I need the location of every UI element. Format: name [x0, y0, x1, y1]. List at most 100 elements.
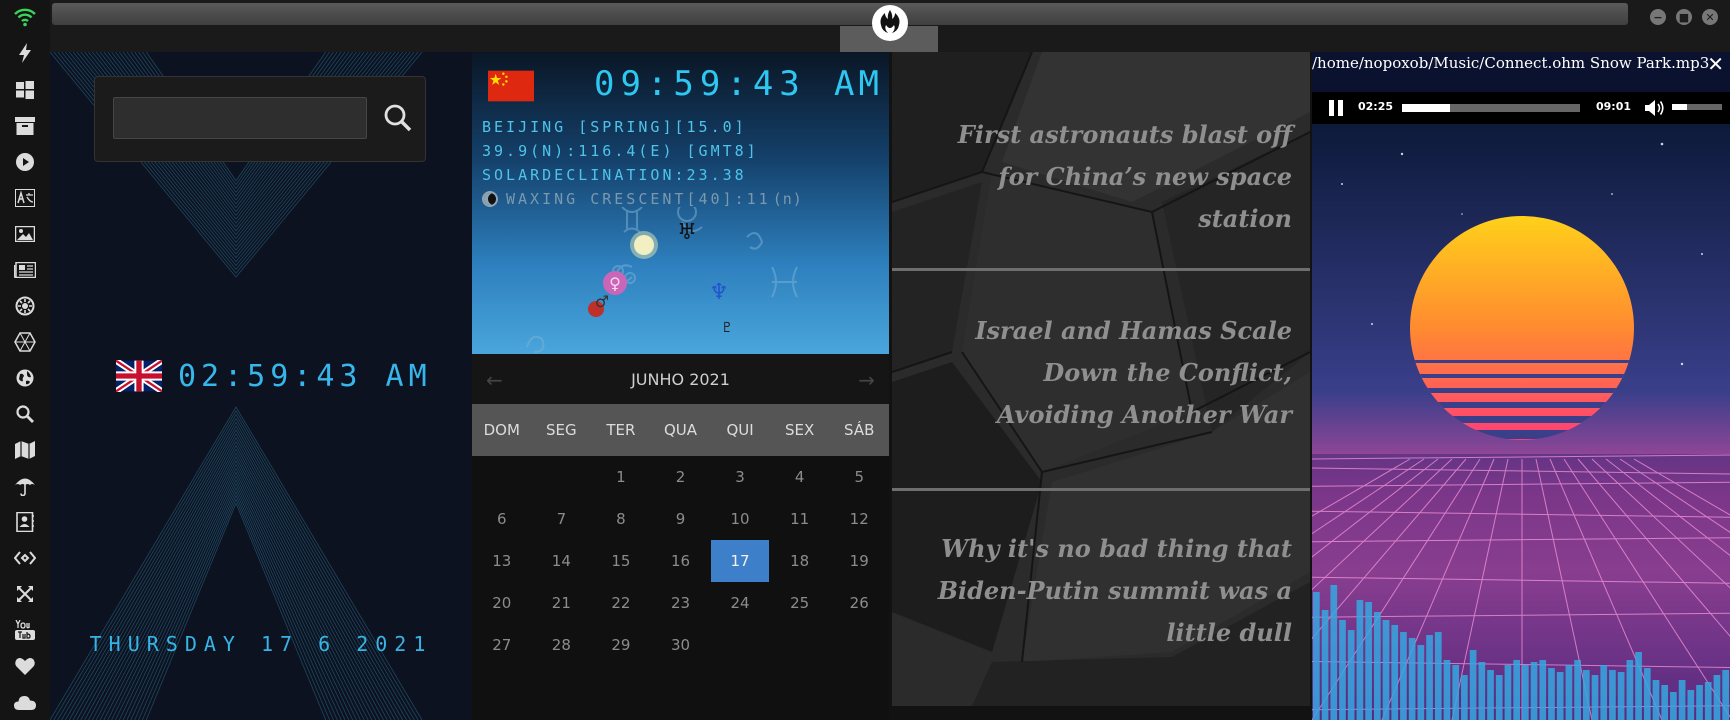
visualizer-bar [1539, 660, 1547, 720]
search-icon[interactable] [12, 401, 38, 427]
prev-month-button[interactable]: ← [486, 368, 503, 392]
calendar-day[interactable]: 14 [532, 540, 592, 582]
calendar-day[interactable]: 6 [472, 498, 532, 540]
news-headline[interactable]: Israel and Hamas Scale Down the Conflict… [932, 310, 1292, 436]
visualizer-bar [1574, 660, 1581, 720]
volume-slider-fill [1672, 104, 1687, 110]
calendar-day[interactable]: 5 [829, 456, 889, 498]
search-icon[interactable] [381, 101, 415, 135]
archive-icon[interactable] [12, 113, 38, 139]
calendar-day[interactable]: 7 [532, 498, 592, 540]
rebel-alliance-logo-icon[interactable] [872, 5, 908, 41]
news-headline[interactable]: Why it's no bad thing that Biden-Putin s… [932, 528, 1292, 654]
calendar-day[interactable]: 13 [472, 540, 532, 582]
youtube-icon[interactable] [12, 617, 38, 643]
visualizer-bar [1495, 675, 1503, 720]
calendar-day[interactable]: 1 [591, 456, 651, 498]
news-headline[interactable]: First astronauts blast off for China’s n… [932, 114, 1292, 240]
calendar-day[interactable]: 27 [472, 624, 532, 666]
pause-button[interactable] [1326, 98, 1346, 118]
visualizer-bar [1696, 685, 1703, 720]
neptune-icon: ♆ [709, 280, 729, 305]
calendar-day[interactable]: 15 [591, 540, 651, 582]
minimize-button[interactable]: − [1650, 9, 1666, 25]
calendar-day[interactable]: 22 [591, 582, 651, 624]
calendar-day[interactable]: 16 [651, 540, 711, 582]
calendar-day[interactable]: 3 [710, 456, 770, 498]
left-icon-sidebar [0, 0, 50, 720]
visualizer-bar [1426, 635, 1433, 720]
visualizer-bar [1487, 670, 1494, 720]
uranus-icon: ♅ [677, 220, 697, 245]
next-month-button[interactable]: → [858, 368, 875, 392]
visualizer-bar [1434, 632, 1442, 720]
calendar-day-grid: 1 2 3 4 5 6 7 8 9 10 11 12 13 14 15 16 17 18 19 20 21 22 23 24 2… [472, 456, 889, 666]
visualizer-bar [1617, 672, 1625, 720]
cloud-icon[interactable] [12, 689, 38, 715]
volume-slider[interactable] [1672, 104, 1722, 110]
close-window-button[interactable]: ✕ [1702, 9, 1718, 25]
volume-icon[interactable] [1644, 98, 1666, 118]
calendar-day[interactable]: 19 [829, 540, 889, 582]
search-input[interactable] [113, 97, 367, 139]
moon-phase-text: WAXING CRESCENT[40]:11 [506, 190, 771, 208]
calendar-day[interactable]: 25 [770, 582, 830, 624]
hexagon-network-icon[interactable] [12, 329, 38, 355]
seek-bar-fill [1402, 104, 1451, 112]
pluto-icon: ♇ [721, 320, 734, 336]
calendar-header: ← JUNHO 2021 → [472, 354, 889, 404]
translate-icon[interactable] [12, 185, 38, 211]
contacts-icon[interactable] [12, 509, 38, 535]
code-link-icon[interactable] [12, 545, 38, 571]
visualizer-bar [1443, 660, 1451, 720]
visualizer-bar [1347, 630, 1355, 720]
seek-bar[interactable] [1402, 104, 1580, 112]
settings-gear-icon[interactable] [12, 293, 38, 319]
calendar-day[interactable]: 23 [651, 582, 711, 624]
visualizer-bar [1469, 650, 1477, 720]
visualizer-bar [1678, 680, 1686, 720]
expand-icon[interactable] [12, 581, 38, 607]
heart-icon[interactable] [12, 653, 38, 679]
visualizer-bar [1461, 675, 1468, 720]
maximize-button[interactable]: ■ [1676, 9, 1692, 25]
news-divider [892, 488, 1310, 491]
world-clock-panel: 02:59:43 AM THURSDAY 17 6 2021 [50, 52, 472, 720]
news-divider [892, 268, 1310, 271]
calendar-day[interactable]: 29 [591, 624, 651, 666]
calendar-day[interactable]: 4 [770, 456, 830, 498]
visualizer-bar [1548, 668, 1555, 720]
newspaper-icon[interactable] [12, 257, 38, 283]
calendar-day[interactable]: 8 [591, 498, 651, 540]
calendar-day[interactable]: 18 [770, 540, 830, 582]
beijing-time: 09:59:43 [594, 64, 806, 104]
globe-icon[interactable] [12, 365, 38, 391]
calendar-day[interactable]: 9 [651, 498, 711, 540]
calendar-day[interactable]: 21 [532, 582, 592, 624]
image-icon[interactable] [12, 221, 38, 247]
title-bar[interactable]: − ■ ✕ [50, 0, 1730, 52]
calendar-day[interactable]: 20 [472, 582, 532, 624]
close-player-button[interactable]: ✕ [1707, 52, 1724, 76]
rebel-logo-tab[interactable] [840, 0, 938, 52]
weekday-label: SÁB [844, 421, 875, 439]
map-icon[interactable] [12, 437, 38, 463]
calendar-day-today[interactable]: 17 [711, 540, 769, 582]
weekday-label: TER [606, 421, 636, 439]
china-flag-icon [488, 70, 534, 102]
calendar-day[interactable]: 11 [770, 498, 830, 540]
wifi-icon[interactable] [12, 4, 38, 30]
umbrella-icon[interactable] [12, 473, 38, 499]
lightning-icon[interactable] [12, 40, 38, 66]
beijing-ampm: AM [834, 64, 883, 104]
calendar-day[interactable]: 24 [710, 582, 770, 624]
calendar-day[interactable]: 30 [651, 624, 711, 666]
calendar-day[interactable]: 10 [710, 498, 770, 540]
play-circle-icon[interactable] [12, 149, 38, 175]
calendar-day[interactable]: 2 [651, 456, 711, 498]
calendar-day[interactable]: 12 [829, 498, 889, 540]
weekday-label: QUI [726, 421, 754, 439]
windows-icon[interactable] [12, 77, 38, 103]
calendar-day[interactable]: 28 [532, 624, 592, 666]
calendar-day[interactable]: 26 [829, 582, 889, 624]
